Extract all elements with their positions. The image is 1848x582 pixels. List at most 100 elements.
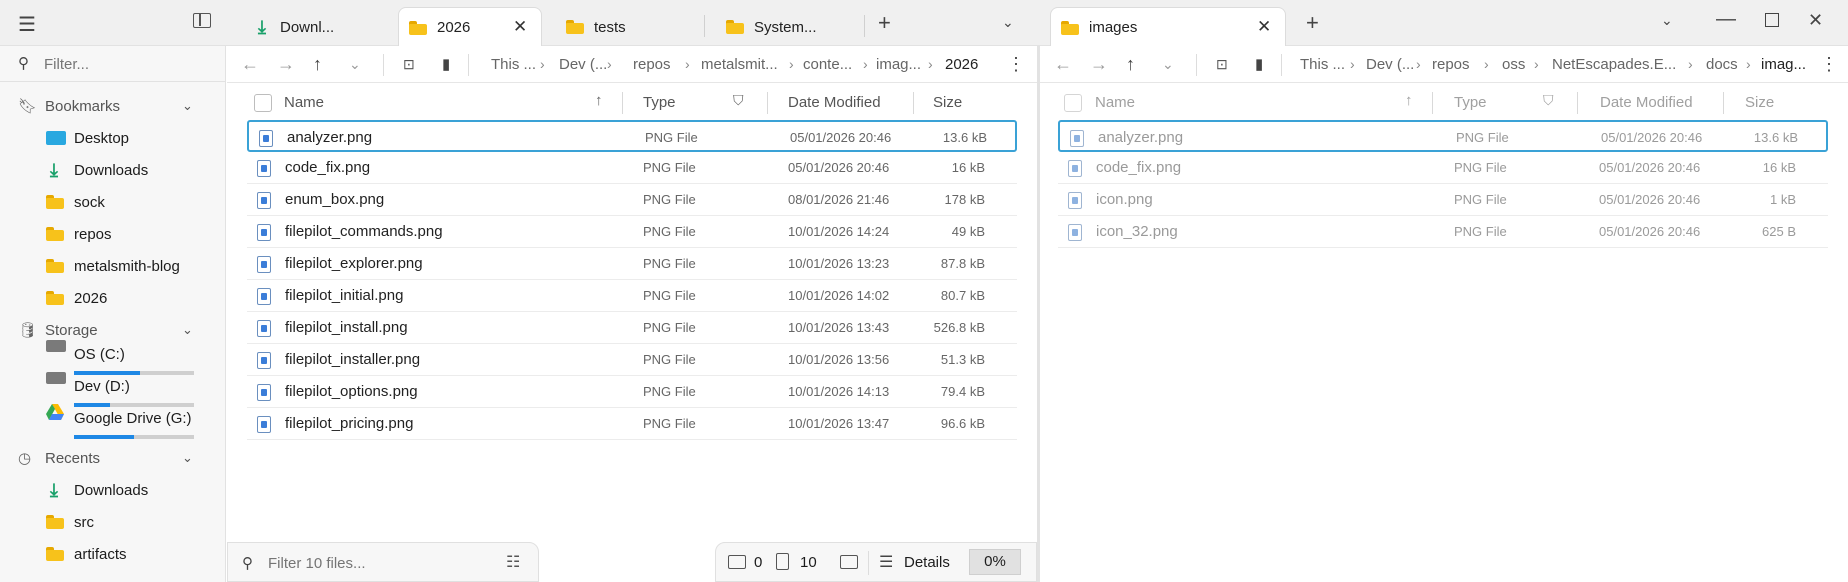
file-filter-input[interactable] [268, 553, 488, 573]
breadcrumb-item[interactable]: imag... [876, 56, 921, 73]
tab-list-chevron-icon[interactable]: ⌄ [1002, 14, 1014, 31]
table-row[interactable]: analyzer.png PNG File 05/01/2026 20:46 13.6… [1058, 120, 1828, 152]
sidebar-item-repos[interactable]: repos [0, 220, 226, 248]
back-arrow-icon[interactable]: ← [241, 54, 259, 75]
details-view-icon[interactable]: ☰ [879, 552, 893, 572]
sidebar-item-2026[interactable]: 2026 [0, 284, 226, 312]
column-size[interactable]: Size [933, 94, 962, 111]
left-file-filter[interactable]: ⚲ ☷ [227, 542, 539, 582]
history-chevron-icon[interactable]: ⌄ [349, 56, 361, 73]
column-date-modified[interactable]: Date Modified [1600, 94, 1693, 111]
breadcrumb-item[interactable]: This ... [1300, 56, 1345, 73]
forward-arrow-icon[interactable]: → [277, 54, 295, 75]
up-arrow-icon[interactable]: ↑ [313, 54, 322, 75]
file-date: 10/01/2026 14:24 [788, 224, 890, 239]
chevron-down-icon[interactable]: ⌄ [182, 98, 193, 114]
close-tab-icon[interactable]: ✕ [1257, 17, 1271, 37]
maximize-icon[interactable] [1765, 13, 1779, 27]
sidebar-item-recent-artifacts[interactable]: artifacts [0, 540, 226, 568]
column-name[interactable]: Name [284, 94, 324, 111]
filter-icon[interactable]: ⛉ [1543, 92, 1554, 109]
column-type[interactable]: Type [643, 94, 676, 111]
tab-system[interactable]: System... [716, 8, 856, 46]
table-row[interactable]: analyzer.png PNG File 05/01/2026 20:46 13.6… [247, 120, 1017, 152]
table-row[interactable]: code_fix.png PNG File 05/01/2026 20:46 16 k… [1058, 152, 1828, 184]
chevron-down-icon[interactable]: ⌄ [182, 450, 193, 466]
table-row[interactable]: icon_32.png PNG File 05/01/2026 20:46 625 B [1058, 216, 1828, 248]
forward-arrow-icon[interactable]: → [1090, 54, 1108, 75]
sidebar-item-recent-downloads[interactable]: ⤓ Downloads [0, 476, 226, 504]
sidebar-item-drive-g[interactable]: Google Drive (G:) [0, 404, 226, 438]
new-tab-icon[interactable]: + [878, 10, 891, 36]
select-all-checkbox[interactable] [1064, 94, 1082, 112]
tab-tests[interactable]: tests [556, 8, 696, 46]
sidebar-item-drive-c[interactable]: OS (C:) [0, 340, 226, 374]
breadcrumb-item[interactable]: repos [633, 56, 671, 73]
tab-2026[interactable]: 2026 ✕ [398, 7, 542, 47]
table-row[interactable]: filepilot_install.png PNG File 10/01/2026 … [247, 312, 1017, 344]
back-arrow-icon[interactable]: ← [1054, 54, 1072, 75]
sidebar-item-downloads[interactable]: ⤓ Downloads [0, 156, 226, 184]
folder-icon [46, 259, 64, 273]
lock-icon[interactable]: ⊡ [403, 56, 415, 73]
column-type[interactable]: Type [1454, 94, 1487, 111]
recents-header[interactable]: ◷ Recents ⌄ [0, 444, 226, 472]
sidebar-toggle-icon[interactable] [193, 13, 211, 28]
close-window-icon[interactable]: ✕ [1808, 10, 1823, 31]
minimize-icon[interactable]: — [1716, 8, 1736, 31]
sidebar-item-recent-src[interactable]: src [0, 508, 226, 536]
breadcrumb-item[interactable]: Dev (... [559, 56, 607, 73]
lock-icon[interactable]: ⊡ [1216, 56, 1228, 73]
column-name[interactable]: Name [1095, 94, 1135, 111]
breadcrumb-item[interactable]: This ... [491, 56, 536, 73]
breadcrumb-item[interactable]: docs [1706, 56, 1738, 73]
tab-list-chevron-icon[interactable]: ⌄ [1661, 12, 1673, 29]
history-chevron-icon[interactable]: ⌄ [1162, 56, 1174, 73]
table-row[interactable]: filepilot_initial.png PNG File 10/01/2026 … [247, 280, 1017, 312]
menu-icon[interactable]: ☰ [18, 12, 36, 37]
up-arrow-icon[interactable]: ↑ [1126, 54, 1135, 75]
new-tab-icon[interactable]: + [1306, 10, 1319, 36]
breadcrumb-item[interactable]: oss [1502, 56, 1525, 73]
tab-downloads[interactable]: ⤓ Downl... [244, 8, 394, 46]
sidebar-filter[interactable]: ⚲ [0, 46, 226, 82]
bookmark-icon[interactable]: ▮ [1255, 55, 1263, 73]
breadcrumb-item[interactable]: conte... [803, 56, 852, 73]
chevron-down-icon[interactable]: ⌄ [182, 322, 193, 338]
bookmarks-header[interactable]: 🔖︎ Bookmarks ⌄ [0, 92, 226, 120]
table-row[interactable]: filepilot_installer.png PNG File 10/01/202… [247, 344, 1017, 376]
table-row[interactable]: filepilot_explorer.png PNG File 10/01/2026… [247, 248, 1017, 280]
filter-options-icon[interactable]: ☷ [506, 552, 520, 572]
storage-header[interactable]: 🛢︎ Storage ⌄ [0, 316, 226, 344]
breadcrumb-item[interactable]: metalsmit... [701, 56, 778, 73]
breadcrumb-item[interactable]: repos [1432, 56, 1470, 73]
tab-images[interactable]: images ✕ [1050, 7, 1286, 47]
breadcrumb-item[interactable]: imag... [1761, 56, 1806, 73]
column-size[interactable]: Size [1745, 94, 1774, 111]
more-options-icon[interactable]: ⋮ [1007, 54, 1025, 75]
table-row[interactable]: enum_box.png PNG File 08/01/2026 21:46 178 … [247, 184, 1017, 216]
sidebar-item-desktop[interactable]: Desktop [0, 124, 226, 152]
more-options-icon[interactable]: ⋮ [1820, 54, 1838, 75]
table-row[interactable]: icon.png PNG File 05/01/2026 20:46 1 kB [1058, 184, 1828, 216]
open-folder-icon[interactable] [840, 555, 858, 569]
table-row[interactable]: filepilot_pricing.png PNG File 10/01/2026 … [247, 408, 1017, 440]
bookmark-icon[interactable]: ▮ [442, 55, 450, 73]
filter-icon[interactable]: ⛉ [733, 92, 744, 109]
file-name: filepilot_installer.png [285, 351, 421, 368]
table-row[interactable]: filepilot_commands.png PNG File 10/01/2026… [247, 216, 1017, 248]
column-date-modified[interactable]: Date Modified [788, 94, 881, 111]
table-row[interactable]: filepilot_options.png PNG File 10/01/2026 … [247, 376, 1017, 408]
close-tab-icon[interactable]: ✕ [513, 17, 527, 37]
sidebar-filter-input[interactable] [44, 54, 214, 74]
select-all-checkbox[interactable] [254, 94, 272, 112]
breadcrumb-item[interactable]: Dev (... [1366, 56, 1414, 73]
table-row[interactable]: code_fix.png PNG File 05/01/2026 20:46 16 k… [247, 152, 1017, 184]
breadcrumb-item[interactable]: NetEscapades.E... [1552, 56, 1676, 73]
breadcrumb-item[interactable]: 2026 [945, 56, 978, 73]
sidebar-item-drive-d[interactable]: Dev (D:) [0, 372, 226, 406]
file-name: filepilot_install.png [285, 319, 408, 336]
sidebar-item-sock[interactable]: sock [0, 188, 226, 216]
view-mode-label[interactable]: Details [904, 554, 950, 571]
sidebar-item-metalsmith-blog[interactable]: metalsmith-blog [0, 252, 226, 280]
